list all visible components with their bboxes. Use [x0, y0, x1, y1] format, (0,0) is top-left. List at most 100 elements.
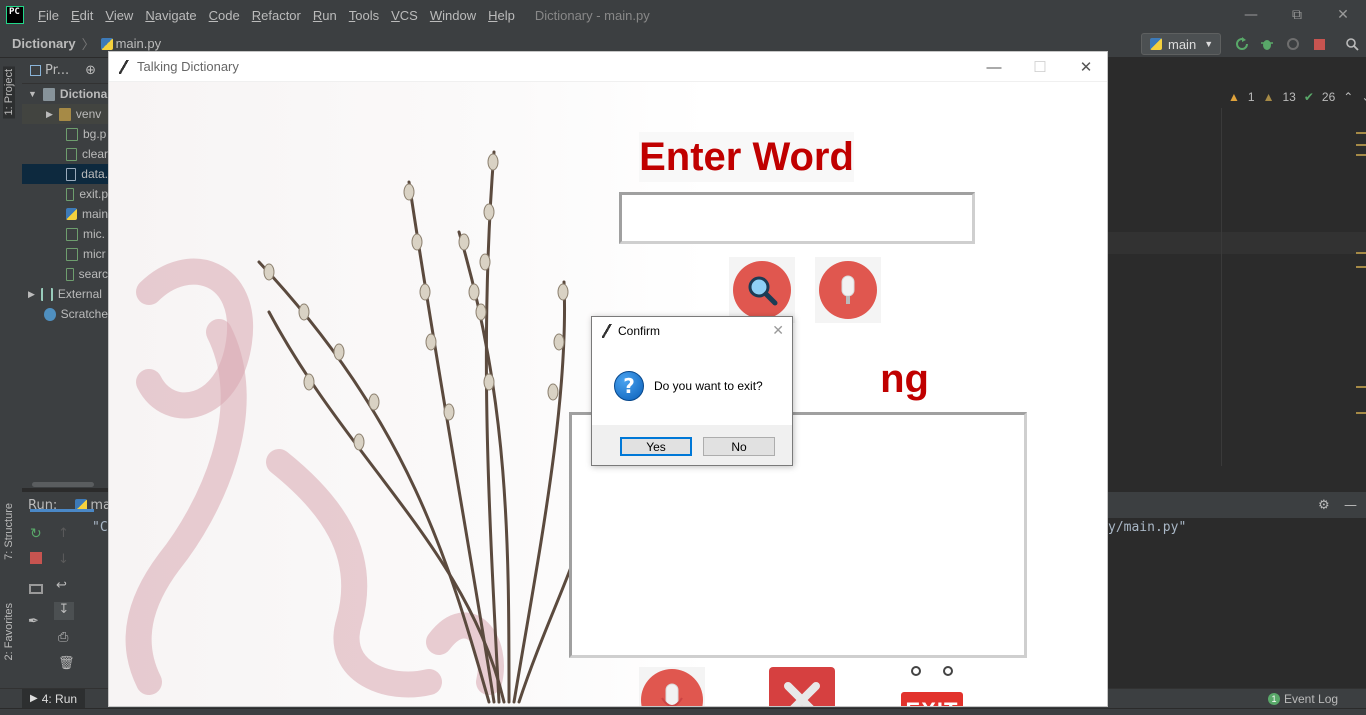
search-everywhere-icon[interactable] — [1342, 34, 1362, 54]
tree-item-file[interactable]: main — [22, 204, 108, 224]
search-button[interactable] — [733, 261, 791, 319]
project-panel-header: Pr... ⊕ — [22, 58, 108, 84]
app-titlebar: Talking Dictionary — ☐ ✕ — [109, 52, 1107, 82]
menu-code[interactable]: Code — [203, 8, 246, 23]
minimize-icon[interactable]: — — [1228, 0, 1274, 30]
tree-item-label: data. — [81, 167, 108, 181]
python-file-icon — [66, 208, 77, 220]
menu-window[interactable]: Window — [424, 8, 482, 23]
menu-run[interactable]: Run — [307, 8, 343, 23]
word-entry-field[interactable] — [619, 192, 975, 244]
yes-button[interactable]: Yes — [620, 437, 692, 456]
tree-item-label: Dictiona — [59, 87, 108, 101]
inspections-widget[interactable]: ▲ 1 ▲ 13 ✔ 26 ⌃ ⌄ — [1228, 90, 1366, 104]
menu-help[interactable]: Help — [482, 8, 521, 23]
clear-button[interactable] — [769, 667, 835, 706]
breadcrumb-file[interactable]: main.py — [116, 36, 162, 51]
arrow-up-icon[interactable]: ↑ — [58, 526, 69, 541]
close-icon[interactable]: ✕ — [772, 322, 784, 339]
active-tab-indicator — [30, 509, 94, 512]
breadcrumb-separator-icon: 〉 — [81, 37, 95, 52]
no-button[interactable]: No — [703, 437, 775, 456]
menu-refactor[interactable]: Refactor — [246, 8, 307, 23]
close-icon[interactable]: ✕ — [1063, 52, 1107, 82]
breadcrumb-project[interactable]: Dictionary — [12, 36, 76, 51]
chevron-up-icon[interactable]: ⌃ — [1343, 90, 1353, 104]
scratch-icon — [44, 307, 56, 321]
project-tool-tab[interactable]: 1: Project — [3, 66, 15, 119]
warning-marker[interactable] — [1356, 252, 1366, 254]
stop-icon[interactable] — [30, 552, 42, 564]
tree-item-scratches[interactable]: Scratche — [22, 304, 108, 324]
exit-button[interactable]: EXIT — [899, 664, 965, 706]
minimize-icon[interactable]: — — [971, 52, 1017, 82]
soft-wrap-icon[interactable]: ↩ — [56, 578, 67, 593]
tree-item-venv[interactable]: ▶ venv — [22, 104, 108, 124]
run-configuration-select[interactable]: main ▼ — [1141, 33, 1221, 55]
warning-marker[interactable] — [1356, 412, 1366, 414]
warning-marker[interactable] — [1356, 154, 1366, 156]
print-icon[interactable]: ⎙ — [58, 630, 68, 645]
tree-item-label: micr — [83, 247, 106, 261]
horizontal-scrollbar[interactable] — [32, 482, 94, 487]
warning-marker[interactable] — [1356, 132, 1366, 134]
warnings-count: 1 — [1247, 90, 1255, 104]
menu-view[interactable]: View — [99, 8, 139, 23]
tree-item-file[interactable]: searc — [22, 264, 108, 284]
run-config-label: main — [1168, 36, 1197, 52]
tree-item-file[interactable]: mic. — [22, 224, 108, 244]
layout-icon[interactable] — [29, 584, 43, 594]
tree-item-label: clear — [81, 147, 108, 161]
close-icon[interactable]: ✕ — [1320, 0, 1366, 30]
restore-icon[interactable]: ⧉ — [1274, 0, 1320, 30]
hide-panel-icon[interactable]: — — [1344, 498, 1357, 513]
rerun-icon[interactable]: ↻ — [30, 526, 42, 542]
tree-item-label: bg.p — [83, 127, 107, 141]
menu-edit[interactable]: Edit — [65, 8, 99, 23]
structure-tool-tab[interactable]: 7: Structure — [3, 503, 15, 560]
current-line-highlight — [1108, 232, 1366, 254]
menu-file[interactable]: File — [32, 8, 65, 23]
tree-item-project-root[interactable]: ▼ Dictiona — [22, 84, 108, 104]
pin-icon[interactable]: ✒ — [28, 614, 39, 629]
warning-marker[interactable] — [1356, 386, 1366, 388]
event-log-button[interactable]: 1 Event Log — [1268, 692, 1338, 706]
menu-vcs[interactable]: VCS — [385, 8, 424, 23]
debug-icon[interactable] — [1257, 34, 1277, 54]
enter-word-heading: Enter Word — [639, 132, 854, 182]
chevron-right-icon: ▶ — [46, 108, 53, 119]
event-count-badge: 1 — [1268, 692, 1280, 705]
play-icon: ▶ — [30, 693, 38, 704]
tree-item-external-libraries[interactable]: ▶ External — [22, 284, 108, 304]
project-view-select[interactable]: Pr... — [45, 63, 69, 78]
menu-navigate[interactable]: Navigate — [139, 8, 202, 23]
image-file-icon — [66, 187, 75, 201]
tree-item-file[interactable]: clear — [22, 144, 108, 164]
tree-item-label: searc — [78, 267, 108, 281]
locate-icon[interactable]: ⊕ — [85, 63, 96, 78]
favorites-tool-tab[interactable]: 2: Favorites — [3, 603, 15, 660]
warning-marker[interactable] — [1356, 266, 1366, 268]
voice-search-button[interactable] — [819, 261, 877, 319]
microphone-icon — [661, 683, 683, 706]
warning-marker[interactable] — [1356, 144, 1366, 146]
stop-icon[interactable] — [1309, 34, 1329, 54]
tree-item-file[interactable]: bg.p — [22, 124, 108, 144]
x-cross-icon — [784, 682, 820, 706]
coverage-icon[interactable] — [1283, 34, 1303, 54]
scroll-to-end-icon[interactable]: ↧ — [54, 602, 74, 620]
trash-icon[interactable]: 🗑 — [58, 656, 75, 671]
gear-icon[interactable]: ⚙ — [1318, 498, 1330, 513]
arrow-down-icon[interactable]: ↓ — [58, 552, 69, 567]
tree-item-file[interactable]: micr — [22, 244, 108, 264]
tree-item-file[interactable]: exit.p — [22, 184, 108, 204]
json-file-icon — [66, 167, 77, 181]
chevron-down-icon[interactable]: ⌄ — [1361, 90, 1366, 104]
editor-area[interactable] — [1108, 84, 1366, 492]
folder-icon — [42, 87, 55, 101]
menu-tools[interactable]: Tools — [343, 8, 385, 23]
status-bar — [0, 708, 1366, 715]
run-tool-button[interactable]: ▶ 4: Run — [22, 688, 86, 709]
tree-item-file[interactable]: data. — [22, 164, 108, 184]
rerun-icon[interactable] — [1232, 34, 1252, 54]
